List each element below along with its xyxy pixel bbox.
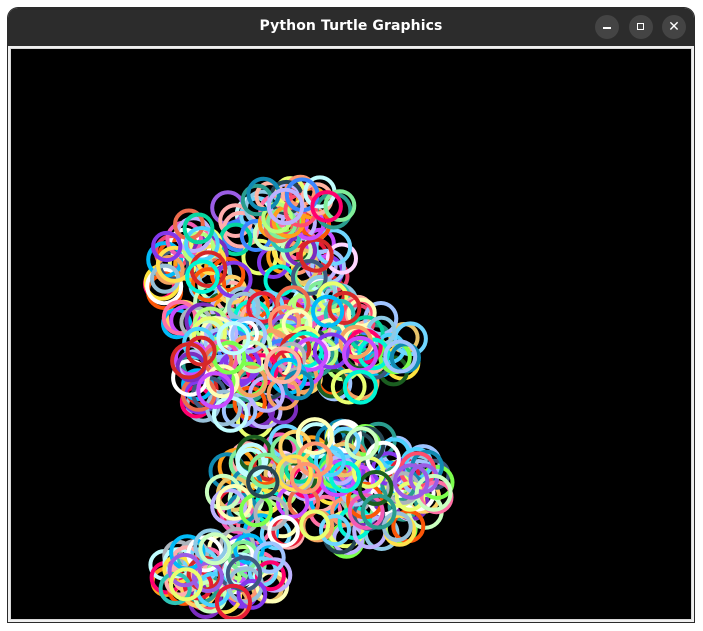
minimize-icon [603, 27, 611, 29]
rings-drawing [143, 174, 455, 619]
maximize-icon [637, 23, 644, 30]
turtle-canvas[interactable] [11, 49, 691, 619]
turtle-window: Python Turtle Graphics ✕ [8, 8, 694, 622]
title-bar[interactable]: Python Turtle Graphics ✕ [8, 8, 694, 46]
minimize-button[interactable] [595, 15, 619, 39]
window-title: Python Turtle Graphics [259, 18, 443, 34]
close-button[interactable]: ✕ [662, 15, 686, 39]
maximize-button[interactable] [629, 15, 653, 39]
close-icon: ✕ [668, 19, 680, 35]
canvas-frame [10, 48, 692, 620]
